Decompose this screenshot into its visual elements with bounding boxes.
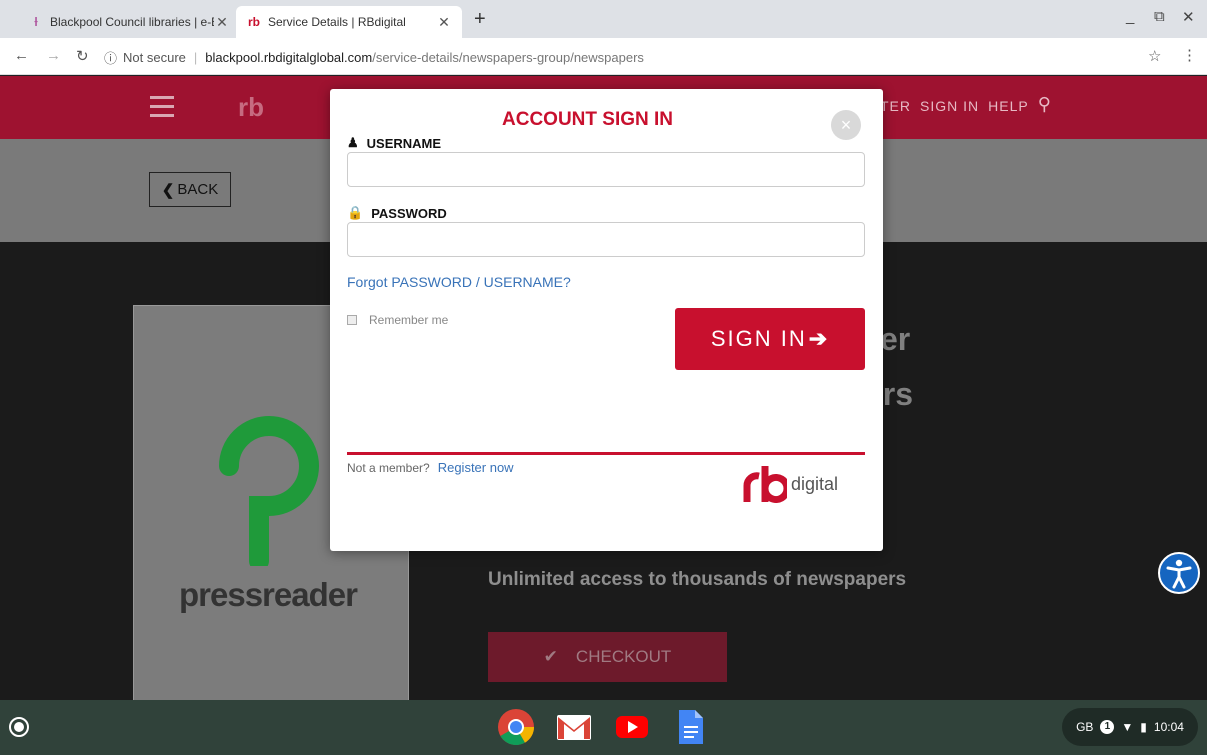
back-button[interactable]: ❮ BACK	[149, 172, 231, 207]
nav-register[interactable]: TER	[880, 98, 911, 115]
os-shelf	[0, 700, 1207, 755]
sign-in-label: SIGN IN	[710, 326, 807, 351]
logo-word: digital	[791, 473, 839, 494]
password-label: PASSWORD	[371, 205, 447, 221]
back-arrow-icon[interactable]: ←	[14, 47, 29, 64]
arrow-right-icon: ➔	[808, 326, 830, 351]
accessibility-figure-icon	[1166, 559, 1192, 589]
remember-me-label: Remember me	[369, 313, 449, 327]
restore-icon[interactable]: ⧉	[1154, 8, 1165, 25]
battery-icon: ▮	[1140, 720, 1147, 734]
accessibility-icon[interactable]	[1158, 552, 1200, 594]
new-tab-button[interactable]: +	[474, 8, 486, 31]
status-tray[interactable]: GB 1 ▼ ▮ 10:04	[1062, 708, 1198, 746]
lock-icon: 🔒	[347, 205, 364, 220]
notification-badge: 1	[1100, 720, 1115, 734]
tab-blackpool[interactable]: ƚ Blackpool Council libraries | e-Bo ✕	[18, 6, 240, 38]
nav-help[interactable]: HELP	[988, 98, 1029, 115]
bookmark-star-icon[interactable]: ☆	[1148, 47, 1161, 65]
info-icon[interactable]: ⓘ	[104, 48, 117, 67]
checkout-button[interactable]: ✔ CHECKOUT	[488, 632, 727, 682]
search-icon[interactable]: ⚲	[1038, 94, 1052, 115]
locale-label: GB	[1076, 720, 1094, 734]
modal-title: ACCOUNT SIGN IN	[502, 109, 673, 130]
password-field[interactable]	[347, 222, 865, 257]
pressreader-logo-icon	[219, 416, 319, 566]
rb-logo-icon	[743, 466, 787, 503]
not-member-text: Not a member?	[347, 461, 430, 475]
service-title-line1: er	[880, 321, 911, 357]
checkout-label: CHECKOUT	[575, 647, 672, 666]
youtube-icon[interactable]	[613, 708, 651, 746]
remember-me-row: Remember me	[347, 313, 448, 327]
sign-in-modal: ACCOUNT SIGN IN × ♟ USERNAME 🔒 PASSWORD …	[330, 89, 883, 551]
chrome-icon[interactable]	[497, 708, 535, 746]
menu-kebab-icon[interactable]: ⋮	[1182, 46, 1197, 64]
url-host: blackpool.rbdigitalglobal.com	[205, 49, 373, 65]
register-row: Not a member? Register now	[347, 460, 514, 475]
tab-rbdigital[interactable]: rb Service Details | RBdigital ✕	[236, 6, 462, 38]
header-nav: TER SIGN IN HELP ⚲	[880, 94, 1052, 115]
rbdigital-logo: digital	[743, 464, 838, 504]
forgot-credentials-link[interactable]: Forgot PASSWORD / USERNAME?	[347, 274, 571, 290]
gmail-icon[interactable]	[555, 708, 593, 746]
launcher-icon[interactable]	[9, 717, 29, 737]
blackpool-favicon-icon: ƚ	[34, 15, 38, 29]
check-icon: ✔	[543, 647, 558, 666]
username-field[interactable]	[347, 152, 865, 187]
modal-divider	[347, 452, 865, 455]
back-label: BACK	[177, 181, 219, 198]
tab-close-icon[interactable]: ✕	[436, 14, 452, 31]
browser-toolbar: ← → ↻ ⓘ Not secure | blackpool.rbdigital…	[0, 38, 1207, 75]
wifi-icon: ▼	[1121, 720, 1134, 734]
cover-brand: pressreader	[179, 576, 358, 613]
browser-window: ƚ Blackpool Council libraries | e-Bo ✕ r…	[0, 0, 1207, 755]
remember-me-checkbox[interactable]	[347, 315, 357, 325]
url-path: /service-details/newspapers-group/newspa…	[372, 49, 644, 65]
clock: 10:04	[1153, 720, 1184, 734]
tab-close-icon[interactable]: ✕	[214, 14, 230, 31]
docs-icon[interactable]	[671, 708, 709, 746]
address-bar[interactable]: ⓘ Not secure | blackpool.rbdigitalglobal…	[104, 45, 1154, 69]
tab-title: Service Details | RBdigital	[268, 15, 406, 29]
hamburger-menu-icon[interactable]	[150, 96, 174, 123]
modal-close-button[interactable]: ×	[831, 110, 861, 140]
security-label: Not secure	[123, 49, 186, 65]
reload-icon[interactable]: ↻	[76, 47, 89, 65]
rbdigital-favicon-icon: rb	[248, 15, 260, 29]
forward-arrow-icon[interactable]: →	[46, 47, 61, 64]
tab-strip: ƚ Blackpool Council libraries | e-Bo ✕ r…	[0, 0, 1207, 38]
close-window-icon[interactable]: ✕	[1182, 8, 1195, 26]
address-separator: |	[193, 49, 198, 65]
site-logo-icon[interactable]: rb	[238, 92, 264, 123]
username-label: USERNAME	[366, 135, 442, 151]
nav-sign-in[interactable]: SIGN IN	[920, 98, 979, 115]
register-link[interactable]: Register now	[438, 460, 514, 475]
chevron-left-icon: ❮	[161, 181, 175, 199]
password-label-row: 🔒 PASSWORD	[347, 205, 447, 221]
tab-title: Blackpool Council libraries | e-Bo	[50, 15, 214, 29]
user-icon: ♟	[347, 135, 359, 150]
service-tagline: Unlimited access to thousands of newspap…	[488, 569, 907, 590]
username-label-row: ♟ USERNAME	[347, 135, 441, 151]
minimize-icon[interactable]: _	[1126, 8, 1134, 25]
sign-in-button[interactable]: SIGN IN ➔	[675, 308, 865, 370]
